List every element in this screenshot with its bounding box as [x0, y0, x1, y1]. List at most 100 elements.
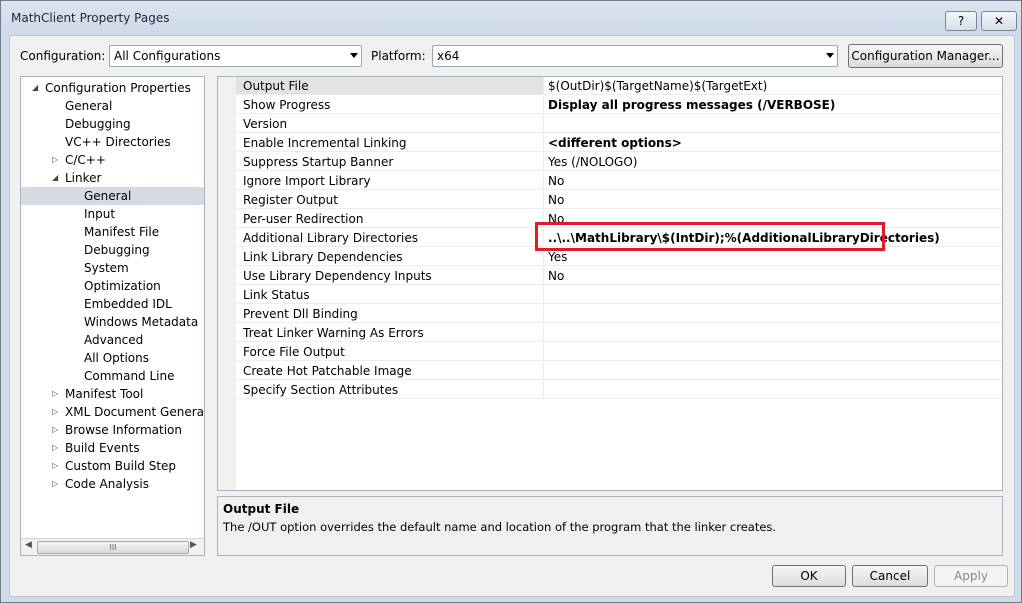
tree-item[interactable]: Command Line	[21, 367, 204, 385]
tree-item[interactable]: ◢ Configuration Properties	[21, 79, 204, 97]
platform-dropdown[interactable]: x64	[432, 45, 838, 67]
property-row[interactable]: Version	[236, 115, 1002, 134]
property-name[interactable]: Link Library Dependencies	[236, 248, 544, 266]
property-value[interactable]	[544, 115, 1002, 133]
tree-item-label: XML Document Generator	[65, 405, 205, 419]
property-row[interactable]: Link Status	[236, 286, 1002, 305]
expand-icon[interactable]: ▷	[52, 439, 58, 457]
tree-item-label: Manifest Tool	[65, 387, 144, 401]
property-row[interactable]: Ignore Import Library No	[236, 172, 1002, 191]
property-row[interactable]: Show Progress Display all progress messag…	[236, 96, 1002, 115]
tree-item[interactable]: Debugging	[21, 115, 204, 133]
tree-item-label: General	[84, 189, 132, 203]
property-value[interactable]: $(OutDir)$(TargetName)$(TargetExt)	[544, 77, 1002, 95]
property-value[interactable]: Yes (/NOLOGO)	[544, 153, 1002, 171]
property-value[interactable]	[544, 305, 1002, 323]
configuration-manager-button[interactable]: Configuration Manager...	[848, 44, 1003, 68]
tree-item[interactable]: ◢ Linker	[21, 169, 204, 187]
property-value[interactable]: No	[544, 172, 1002, 190]
property-value[interactable]: No	[544, 191, 1002, 209]
configuration-dropdown[interactable]: All Configurations	[109, 45, 362, 67]
property-name[interactable]: Prevent Dll Binding	[236, 305, 544, 323]
property-row[interactable]: Specify Section Attributes	[236, 381, 1002, 400]
property-name[interactable]: Link Status	[236, 286, 544, 304]
property-row[interactable]: Treat Linker Warning As Errors	[236, 324, 1002, 343]
property-name[interactable]: Output File	[236, 77, 544, 95]
tree-item[interactable]: ▷ XML Document Generator	[21, 403, 204, 421]
property-row[interactable]: Force File Output	[236, 343, 1002, 362]
property-name[interactable]: Ignore Import Library	[236, 172, 544, 190]
tree-item[interactable]: ▷ Browse Information	[21, 421, 204, 439]
tree-item-label: Debugging	[84, 243, 150, 257]
expand-icon[interactable]: ▷	[52, 475, 58, 493]
tree-item-label: Windows Metadata	[84, 315, 199, 329]
property-name[interactable]: Version	[236, 115, 544, 133]
property-name[interactable]: Force File Output	[236, 343, 544, 361]
tree-item[interactable]: Input	[21, 205, 204, 223]
tree-item[interactable]: VC++ Directories	[21, 133, 204, 151]
property-name[interactable]: Specify Section Attributes	[236, 381, 544, 399]
expand-icon[interactable]: ▷	[52, 457, 58, 475]
property-name[interactable]: Register Output	[236, 191, 544, 209]
property-name[interactable]: Additional Library Directories	[236, 229, 544, 247]
scrollbar-thumb[interactable]: III	[37, 541, 189, 554]
tree-item-label: Manifest File	[84, 225, 160, 239]
property-value[interactable]	[544, 324, 1002, 342]
property-name[interactable]: Suppress Startup Banner	[236, 153, 544, 171]
tree-item[interactable]: ▷ Manifest Tool	[21, 385, 204, 403]
ok-button[interactable]: OK	[772, 565, 846, 587]
expand-icon[interactable]: ▷	[52, 403, 58, 421]
tree-item[interactable]: Optimization	[21, 277, 204, 295]
property-name[interactable]: Treat Linker Warning As Errors	[236, 324, 544, 342]
property-row[interactable]: Use Library Dependency Inputs No	[236, 267, 1002, 286]
property-name[interactable]: Use Library Dependency Inputs	[236, 267, 544, 285]
expand-icon[interactable]: ▷	[52, 421, 58, 439]
collapse-icon[interactable]: ◢	[52, 169, 58, 187]
tree-item[interactable]: Windows Metadata	[21, 313, 204, 331]
expand-icon[interactable]: ▷	[52, 151, 58, 169]
close-button[interactable]: ✕	[981, 11, 1017, 31]
tree-item[interactable]: General	[21, 97, 204, 115]
tree-item[interactable]: System	[21, 259, 204, 277]
property-value[interactable]	[544, 343, 1002, 361]
tree-item[interactable]: General	[21, 187, 204, 205]
property-row[interactable]: Register Output No	[236, 191, 1002, 210]
tree-item[interactable]: All Options	[21, 349, 204, 367]
property-value[interactable]: <different options>	[544, 134, 1002, 152]
property-name[interactable]: Per-user Redirection	[236, 210, 544, 228]
property-value[interactable]	[544, 381, 1002, 399]
tree-item[interactable]: ▷ Build Events	[21, 439, 204, 457]
tree-item[interactable]: Advanced	[21, 331, 204, 349]
property-row[interactable]: Suppress Startup Banner Yes (/NOLOGO)	[236, 153, 1002, 172]
property-row[interactable]: Prevent Dll Binding	[236, 305, 1002, 324]
property-value[interactable]	[544, 286, 1002, 304]
tree-item-label: Custom Build Step	[65, 459, 177, 473]
property-value[interactable]: No	[544, 267, 1002, 285]
property-value[interactable]: Display all progress messages (/VERBOSE)	[544, 96, 1002, 114]
property-grid[interactable]: Output File $(OutDir)$(TargetName)$(Targe…	[217, 76, 1003, 491]
property-name[interactable]: Enable Incremental Linking	[236, 134, 544, 152]
tree-item[interactable]: Manifest File	[21, 223, 204, 241]
cancel-button[interactable]: Cancel	[852, 565, 928, 587]
apply-button[interactable]: Apply	[934, 565, 1008, 587]
tree-item[interactable]: ▷ Custom Build Step	[21, 457, 204, 475]
tree-item[interactable]: ▷ Code Analysis	[21, 475, 204, 493]
property-row[interactable]: Create Hot Patchable Image	[236, 362, 1002, 381]
property-row[interactable]: Enable Incremental Linking <different opt…	[236, 134, 1002, 153]
tree-item-label: Build Events	[65, 441, 140, 455]
property-name[interactable]: Create Hot Patchable Image	[236, 362, 544, 380]
expand-icon[interactable]: ▷	[52, 385, 58, 403]
tree-horizontal-scrollbar[interactable]: ◀ III ▶	[21, 538, 204, 555]
tree-item-label: All Options	[84, 351, 149, 365]
property-row[interactable]: Output File $(OutDir)$(TargetName)$(Targe…	[236, 77, 1002, 96]
tree-item[interactable]: Debugging	[21, 241, 204, 259]
scroll-left-icon[interactable]: ◀	[25, 540, 32, 550]
property-value[interactable]	[544, 362, 1002, 380]
property-name[interactable]: Show Progress	[236, 96, 544, 114]
property-tree[interactable]: ◀ III ▶ ◢ Configuration Properties General…	[20, 76, 205, 556]
help-button[interactable]: ?	[945, 11, 977, 31]
tree-item[interactable]: Embedded IDL	[21, 295, 204, 313]
collapse-icon[interactable]: ◢	[32, 79, 38, 97]
tree-item[interactable]: ▷ C/C++	[21, 151, 204, 169]
scroll-right-icon[interactable]: ▶	[190, 540, 197, 550]
